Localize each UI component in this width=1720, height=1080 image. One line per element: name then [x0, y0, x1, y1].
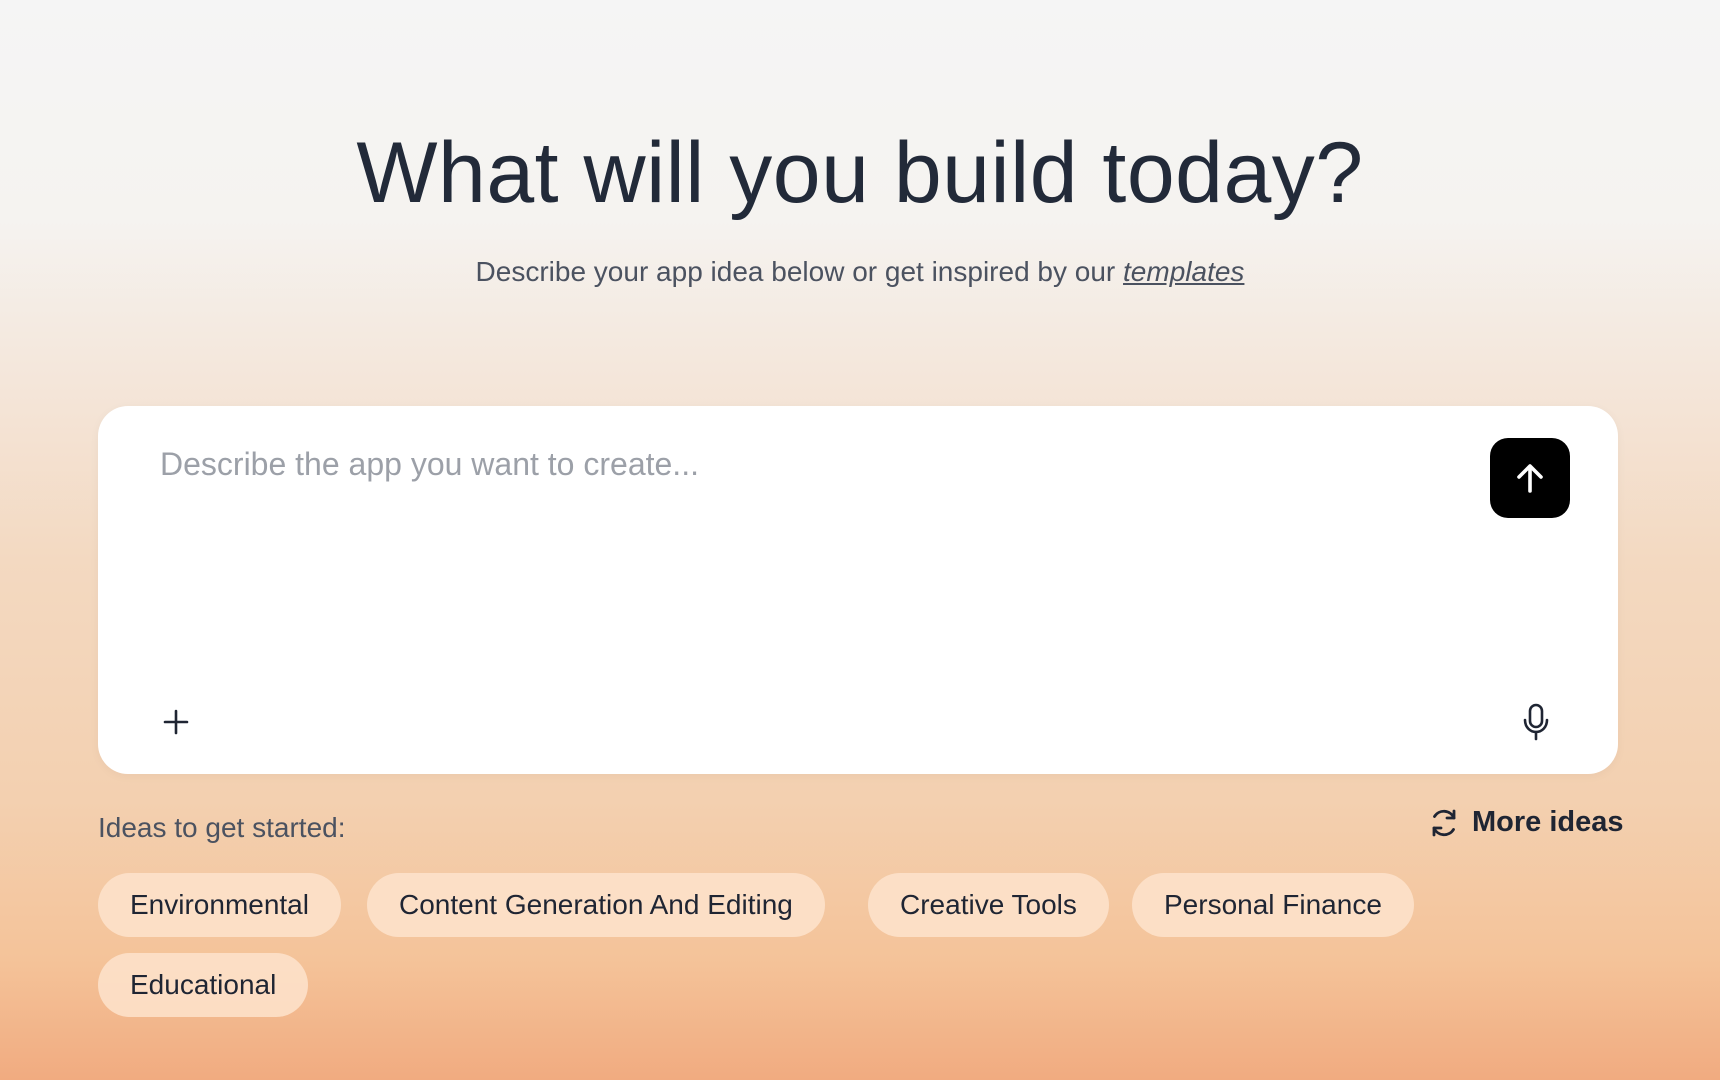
- prompt-card: [98, 406, 1618, 774]
- idea-chip-educational[interactable]: Educational: [98, 953, 309, 1017]
- idea-chip-content-generation[interactable]: Content Generation And Editing: [367, 873, 825, 937]
- send-button[interactable]: [1490, 438, 1570, 518]
- more-ideas-button[interactable]: More ideas: [1428, 806, 1624, 839]
- refresh-icon: [1432, 809, 1456, 836]
- page-subtitle: Describe your app idea below or get insp…: [0, 256, 1720, 288]
- arrow-up-icon: [1517, 464, 1543, 493]
- idea-chip-environmental[interactable]: Environmental: [98, 873, 341, 937]
- prompt-input[interactable]: [160, 446, 1460, 646]
- idea-chip-personal-finance[interactable]: Personal Finance: [1132, 873, 1414, 937]
- templates-link[interactable]: templates: [1123, 256, 1244, 287]
- subtitle-text: Describe your app idea below or get insp…: [475, 256, 1124, 287]
- microphone-icon: [1523, 703, 1549, 741]
- idea-chip-creative-tools[interactable]: Creative Tools: [868, 873, 1109, 937]
- more-ideas-label: More ideas: [1472, 806, 1624, 838]
- plus-icon: [163, 709, 189, 735]
- page-title: What will you build today?: [356, 125, 1364, 221]
- attach-button[interactable]: [160, 706, 192, 738]
- ideas-label: Ideas to get started:: [98, 812, 346, 843]
- mic-button[interactable]: [1518, 702, 1554, 742]
